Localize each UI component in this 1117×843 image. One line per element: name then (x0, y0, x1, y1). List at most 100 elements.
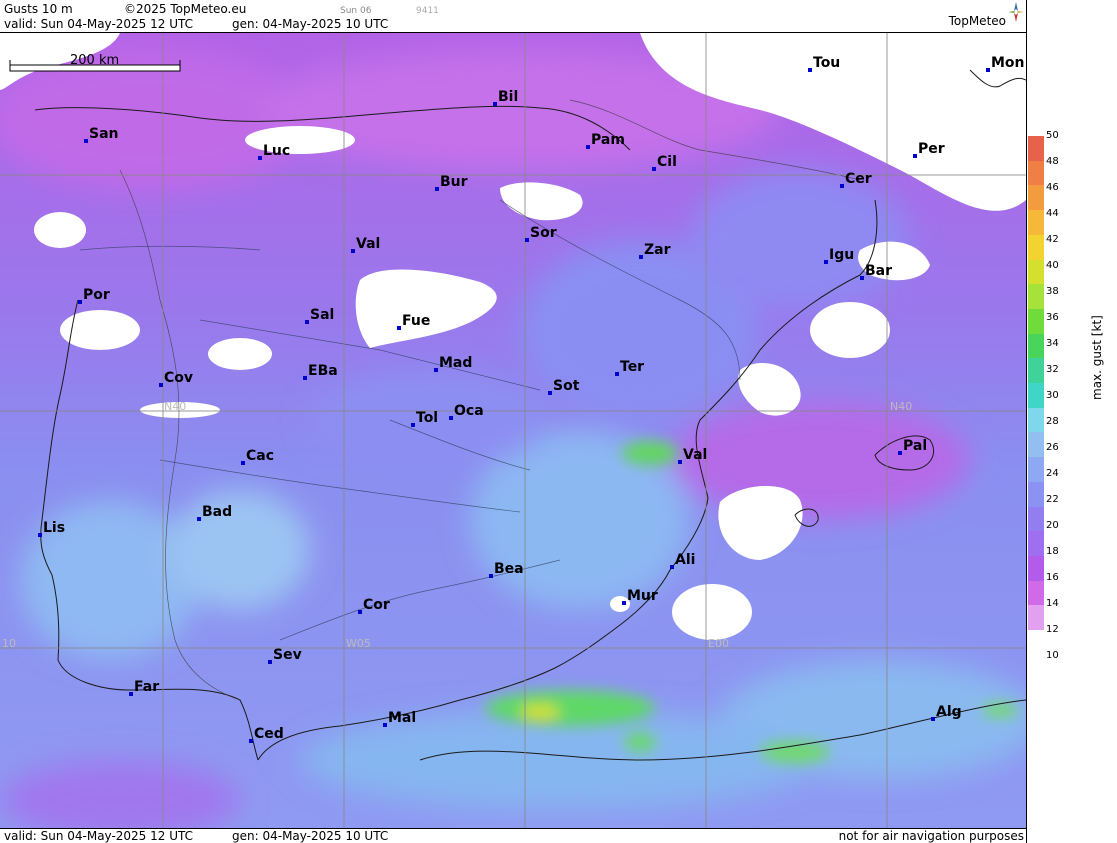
city-marker (639, 255, 643, 259)
city-marker (241, 461, 245, 465)
city-oca: Oca (449, 403, 484, 420)
grid-label-e00: E00 (708, 637, 729, 650)
color-bar-tick-label: 18 (1046, 546, 1059, 557)
city-marker (913, 154, 917, 158)
city-pam: Pam (586, 132, 625, 149)
color-bar-segment (1028, 358, 1044, 384)
color-bar-tick-label: 14 (1046, 598, 1059, 609)
city-marker (84, 139, 88, 143)
city-marker (351, 249, 355, 253)
city-igu: Igu (824, 247, 854, 264)
color-bar-segment (1028, 210, 1044, 236)
city-label: Bea (494, 561, 524, 577)
city-label: Luc (263, 143, 290, 159)
city-label: Mur (627, 588, 658, 604)
city-cor: Cor (358, 597, 390, 614)
color-bar-segment (1028, 284, 1044, 310)
color-bar-tick-label: 42 (1046, 234, 1059, 245)
color-bar-tick-label: 30 (1046, 390, 1059, 401)
city-label: Bar (865, 263, 892, 279)
city-label: Pam (591, 132, 625, 148)
product-title: Gusts 10 m (4, 2, 73, 16)
grid-label-w10: 10 (2, 637, 16, 650)
city-ced: Ced (249, 726, 284, 743)
air-navigation-notice: not for air navigation purposes (838, 829, 1024, 843)
color-bar-segment (1028, 160, 1044, 186)
scale-bar-label: 200 km (70, 53, 119, 68)
city-sor: Sor (525, 225, 557, 242)
city-marker (986, 68, 990, 72)
city-marker (548, 391, 552, 395)
city-alg: Alg (931, 704, 962, 721)
city-label: Sev (273, 647, 302, 663)
color-bar-segment (1028, 580, 1044, 606)
city-marker (397, 326, 401, 330)
city-label: Zar (644, 242, 671, 258)
city-marker (268, 660, 272, 664)
city-label: Bur (440, 174, 468, 190)
color-bar-segment (1028, 308, 1044, 335)
city-marker (489, 574, 493, 578)
city-marker (383, 723, 387, 727)
city-label: Tou (813, 55, 840, 71)
city-tou: Tou (808, 55, 840, 72)
city-label: Lis (43, 520, 65, 536)
city-marker (358, 610, 362, 614)
valid-time: valid: Sun 04-May-2025 12 UTC (4, 17, 193, 31)
city-label: Sot (553, 378, 580, 394)
color-bar-tick-label: 20 (1046, 520, 1059, 531)
city-marker (840, 184, 844, 188)
city-zar: Zar (639, 242, 671, 259)
city-marker (622, 601, 626, 605)
color-bar-tick-label: 46 (1046, 182, 1059, 193)
gust-map[interactable]: N40 N40 W05 E00 10 200 km Tou Mon Bil San Pa… (0, 33, 1026, 828)
color-bar-segment (1028, 259, 1044, 285)
city-per: Per (913, 141, 945, 158)
city-marker (435, 187, 439, 191)
map-header: Gusts 10 m ©2025 TopMeteo.eu Sun 06 9411… (0, 0, 1026, 33)
brand-name: TopMeteo (948, 14, 1006, 28)
city-eba: EBa (303, 363, 338, 380)
grid-label-n40-east: N40 (890, 400, 912, 413)
city-marker (586, 145, 590, 149)
city-marker (129, 692, 133, 696)
city-marker (670, 565, 674, 569)
city-val: Val (678, 447, 707, 464)
city-label: Sal (310, 307, 334, 323)
city-pal: Pal (898, 438, 927, 455)
city-label: Cov (164, 370, 193, 386)
day-label: Sun 06 (340, 6, 372, 16)
city-bad: Bad (197, 504, 232, 521)
city-label: Far (134, 679, 159, 695)
compass-logo-icon (1008, 2, 1024, 22)
color-bar-segment (1028, 457, 1044, 483)
city-sev: Sev (268, 647, 302, 664)
city-marker (249, 739, 253, 743)
city-ter: Ter (615, 359, 644, 376)
city-luc: Luc (258, 143, 290, 160)
color-bar-tick-label: 10 (1046, 650, 1059, 661)
color-bar-tick-label: 24 (1046, 468, 1059, 479)
city-bea: Bea (489, 561, 524, 578)
city-fue: Fue (397, 313, 430, 330)
code-label: 9411 (416, 6, 439, 16)
footer-gen-time: gen: 04-May-2025 10 UTC (232, 829, 389, 843)
city-label: Cer (845, 171, 872, 187)
city-cac: Cac (241, 448, 274, 465)
city-por: Por (78, 287, 110, 304)
city-label: Cor (363, 597, 390, 613)
grid-label-n40-west: N40 (164, 400, 186, 413)
city-label: Pal (903, 438, 927, 454)
city-mur: Mur (622, 588, 658, 605)
city-bur: Bur (435, 174, 468, 191)
city-label: Mon (991, 55, 1025, 71)
color-bar-tick-label: 44 (1046, 208, 1059, 219)
color-bar-tick-label: 22 (1046, 494, 1059, 505)
city-label: Val (683, 447, 707, 463)
city-label: Oca (454, 403, 484, 419)
color-bar-segment (1028, 555, 1044, 582)
city-marker (525, 238, 529, 242)
city-label: Mal (388, 710, 416, 726)
city-mad: Mad (434, 355, 472, 372)
color-bar-segment (1028, 481, 1044, 507)
